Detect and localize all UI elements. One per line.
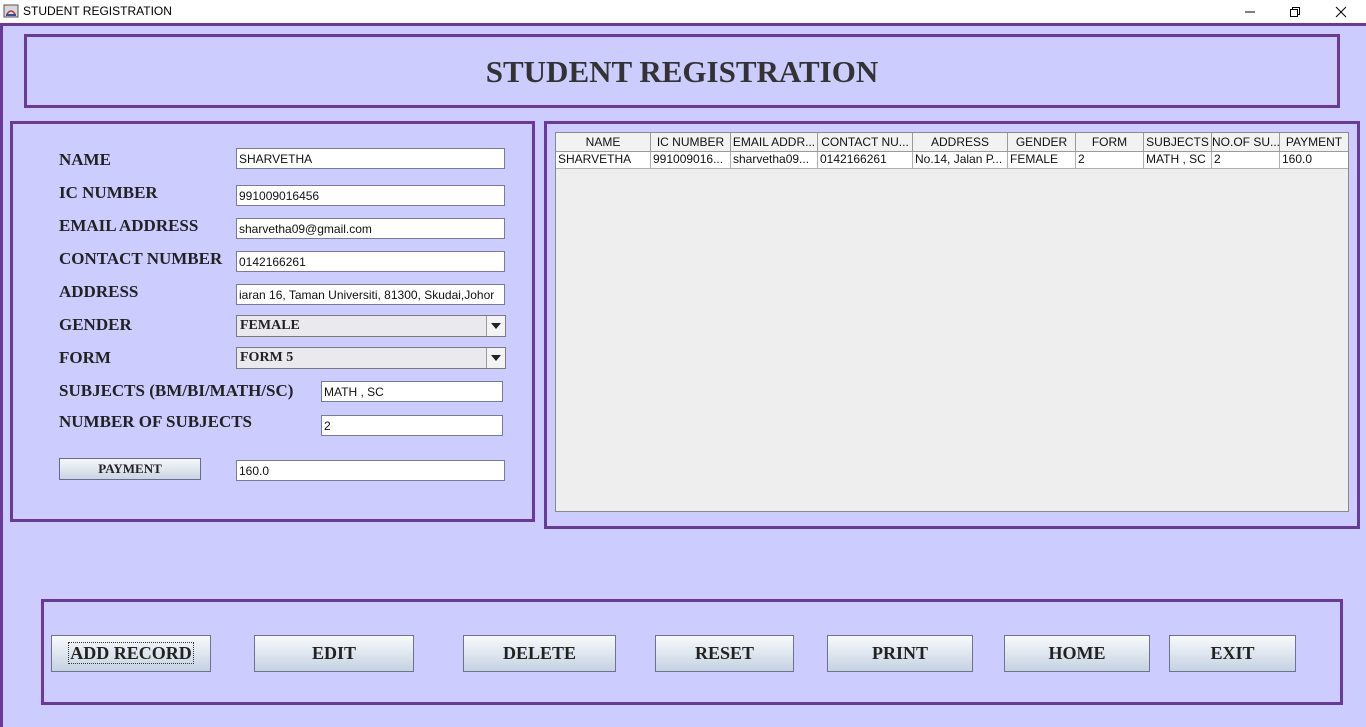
header-panel: STUDENT REGISTRATION [24, 34, 1340, 108]
column-header[interactable]: NAME [556, 133, 651, 151]
reset-button[interactable]: RESET [655, 635, 794, 672]
restore-icon[interactable] [1272, 0, 1318, 23]
table-cell[interactable]: 160.0 [1280, 152, 1348, 168]
form-selected-value: FORM 5 [240, 350, 294, 365]
table-cell[interactable]: 2 [1076, 152, 1144, 168]
table-header: NAME IC NUMBER EMAIL ADDR... CONTACT NU.… [556, 133, 1348, 152]
add-record-button[interactable]: ADD RECORD [51, 635, 211, 672]
name-field[interactable]: SHARVETHA [236, 148, 505, 169]
add-record-label: ADD RECORD [68, 642, 194, 664]
column-header[interactable]: IC NUMBER [651, 133, 731, 151]
table-cell[interactable]: FEMALE [1008, 152, 1076, 168]
table-row[interactable]: SHARVETHA 991009016... sharvetha09... 01… [556, 152, 1348, 169]
form-label: FORM [59, 348, 111, 367]
payment-button[interactable]: PAYMENT [59, 458, 201, 480]
page-title: STUDENT REGISTRATION [485, 54, 879, 89]
minimize-icon[interactable] [1227, 0, 1273, 23]
payment-field[interactable]: 160.0 [236, 460, 505, 481]
column-header[interactable]: SUBJECTS [1144, 133, 1212, 151]
gender-select[interactable]: FEMALE [236, 315, 506, 337]
column-header[interactable]: NO.OF SU... [1212, 133, 1280, 151]
window-title: STUDENT REGISTRATION [23, 4, 172, 18]
table-cell[interactable]: 0142166261 [818, 152, 913, 168]
home-button[interactable]: HOME [1004, 635, 1150, 672]
contact-field[interactable]: 0142166261 [236, 251, 505, 272]
close-icon[interactable] [1318, 0, 1364, 23]
email-field[interactable]: sharvetha09@gmail.com [236, 218, 505, 239]
delete-button[interactable]: DELETE [463, 635, 616, 672]
subjects-field[interactable]: MATH , SC [321, 381, 503, 402]
print-button[interactable]: PRINT [827, 635, 973, 672]
title-bar: STUDENT REGISTRATION [0, 0, 1366, 23]
subjects-label: SUBJECTS (BM/BI/MATH/SC) [59, 381, 294, 400]
column-header[interactable]: EMAIL ADDR... [731, 133, 818, 151]
form-select[interactable]: FORM 5 [236, 347, 506, 369]
ic-number-field[interactable]: 991009016456 [236, 185, 505, 206]
table-cell[interactable]: No.14, Jalan P... [913, 152, 1008, 168]
table-cell[interactable]: MATH , SC [1144, 152, 1212, 168]
table-cell[interactable]: 991009016... [651, 152, 731, 168]
email-label: EMAIL ADDRESS [59, 216, 199, 235]
table-cell[interactable]: SHARVETHA [556, 152, 651, 168]
column-header[interactable]: GENDER [1008, 133, 1076, 151]
ic-number-label: IC NUMBER [59, 183, 158, 202]
address-label: ADDRESS [59, 282, 139, 301]
column-header[interactable]: ADDRESS [913, 133, 1008, 151]
edit-button[interactable]: EDIT [254, 635, 414, 672]
java-app-icon [3, 4, 19, 18]
table-cell[interactable]: sharvetha09... [731, 152, 818, 168]
column-header[interactable]: FORM [1076, 133, 1144, 151]
address-field[interactable]: iaran 16, Taman Universiti, 81300, Skuda… [236, 284, 505, 305]
table-cell[interactable]: 2 [1212, 152, 1280, 168]
chevron-down-icon[interactable] [486, 316, 505, 336]
num-subjects-field[interactable]: 2 [321, 415, 503, 436]
contact-label: CONTACT NUMBER [59, 249, 223, 268]
column-header[interactable]: PAYMENT [1280, 133, 1348, 151]
name-label: NAME [59, 150, 111, 169]
num-subjects-label: NUMBER OF SUBJECTS [59, 412, 253, 431]
chevron-down-icon[interactable] [486, 348, 505, 368]
gender-selected-value: FEMALE [240, 318, 300, 333]
records-table[interactable]: NAME IC NUMBER EMAIL ADDR... CONTACT NU.… [555, 132, 1349, 512]
gender-label: GENDER [59, 315, 132, 334]
column-header[interactable]: CONTACT NU... [818, 133, 913, 151]
exit-button[interactable]: EXIT [1169, 635, 1296, 672]
